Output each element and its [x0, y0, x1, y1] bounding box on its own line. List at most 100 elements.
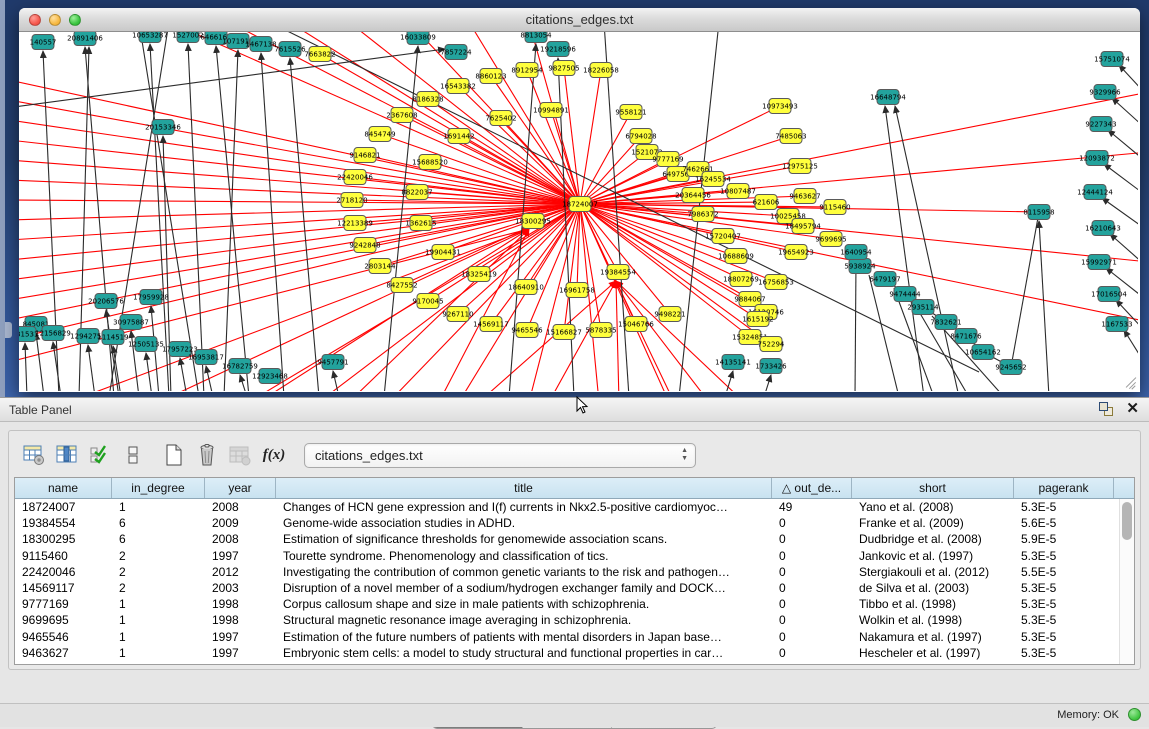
graph-node[interactable]: 6479197 — [869, 272, 900, 287]
graph-node[interactable]: 9498221 — [654, 307, 685, 322]
graph-edge[interactable] — [216, 46, 249, 391]
graph-edge[interactable] — [224, 50, 238, 391]
table-cell[interactable]: 5.3E-5 — [1014, 612, 1114, 628]
graph-node[interactable]: 18226058 — [583, 63, 619, 78]
create-column-button[interactable] — [160, 441, 188, 469]
table-cell[interactable]: 0 — [772, 564, 852, 580]
graph-node[interactable]: 1167533 — [1101, 317, 1132, 332]
table-cell[interactable]: 2012 — [205, 564, 276, 580]
table-cell[interactable]: Tourette syndrome. Phenomenology and cla… — [276, 548, 772, 564]
graph-node[interactable]: 8860123 — [475, 69, 506, 84]
table-cell[interactable]: 0 — [772, 645, 852, 661]
table-row[interactable]: 977716911998Corpus callosum shape and si… — [15, 596, 1119, 612]
graph-edge[interactable] — [19, 80, 580, 204]
graph-node[interactable]: 22420046 — [337, 170, 373, 185]
graph-node[interactable]: 9146821 — [349, 148, 380, 163]
citation-network-graph[interactable]: 1872400718300295193845541822605898275058… — [19, 32, 1138, 391]
delete-columns-button[interactable] — [193, 441, 221, 469]
table-cell[interactable]: 1998 — [205, 596, 276, 612]
table-cell[interactable]: Franke et al. (2009) — [852, 515, 1014, 531]
graph-node[interactable]: 1527002 — [172, 32, 203, 43]
function-builder-button[interactable]: f(x) — [259, 441, 289, 469]
graph-node[interactable]: 18640910 — [508, 280, 544, 295]
graph-node[interactable]: 621606 — [753, 195, 780, 210]
graph-node[interactable]: 2718120 — [336, 193, 367, 208]
graph-edge[interactable] — [261, 53, 284, 391]
graph-node[interactable]: 16782759 — [222, 359, 258, 374]
graph-node[interactable]: 10654162 — [965, 345, 1001, 360]
column-header-title[interactable]: title — [276, 478, 772, 498]
graph-node[interactable]: 15992971 — [1081, 255, 1117, 270]
graph-node[interactable]: 8427552 — [386, 278, 417, 293]
column-header-short[interactable]: short — [852, 478, 1014, 498]
table-cell[interactable]: 2008 — [205, 499, 276, 515]
table-cell[interactable]: 1 — [112, 596, 205, 612]
table-cell[interactable]: 0 — [772, 531, 852, 547]
graph-node[interactable]: 7625402 — [485, 111, 516, 126]
network-window-titlebar[interactable]: citations_edges.txt — [19, 8, 1140, 32]
column-header-pagerank[interactable]: pagerank — [1014, 478, 1114, 498]
graph-node[interactable]: 9463627 — [789, 189, 820, 204]
unselect-all-columns-button[interactable] — [119, 441, 147, 469]
graph-node[interactable]: 9827505 — [548, 61, 579, 76]
float-panel-icon[interactable] — [1098, 401, 1114, 417]
table-cell[interactable]: Hescheler et al. (1997) — [852, 645, 1014, 661]
table-cell[interactable]: 0 — [772, 548, 852, 564]
table-cell[interactable]: Dudbridge et al. (2008) — [852, 531, 1014, 547]
graph-edge[interactable] — [19, 49, 445, 107]
table-cell[interactable]: 2003 — [205, 580, 276, 596]
table-row[interactable]: 946362711997Embryonic stem cells: a mode… — [15, 645, 1119, 661]
graph-node[interactable]: 9699695 — [815, 232, 846, 247]
graph-node[interactable]: 8186328 — [412, 92, 443, 107]
table-cell[interactable]: Corpus callosum shape and size in male p… — [276, 596, 772, 612]
graph-node[interactable]: 16961758 — [559, 283, 595, 298]
table-row[interactable]: 1938455462009Genome-wide association stu… — [15, 515, 1119, 531]
table-cell[interactable]: 0 — [772, 612, 852, 628]
graph-node[interactable]: 7485063 — [775, 129, 806, 144]
network-canvas[interactable]: 1872400718300295193845541822605898275058… — [19, 32, 1138, 391]
graph-node[interactable]: 16648794 — [870, 90, 906, 105]
table-row[interactable]: 1872400712008Changes of HCN gene express… — [15, 499, 1119, 515]
table-cell[interactable]: 5.9E-5 — [1014, 531, 1114, 547]
graph-node[interactable]: 5938924 — [844, 259, 876, 274]
graph-edge[interactable] — [19, 204, 580, 300]
table-cell[interactable]: 9463627 — [15, 645, 112, 661]
graph-edge[interactable] — [580, 92, 1138, 204]
table-cell[interactable]: 5.3E-5 — [1014, 580, 1114, 596]
table-cell[interactable]: 6 — [112, 515, 205, 531]
graph-node[interactable]: 1362615 — [405, 216, 436, 231]
graph-node[interactable]: 1691442 — [443, 129, 474, 144]
show-columns-button[interactable] — [53, 441, 81, 469]
graph-node[interactable]: 12093872 — [1079, 151, 1115, 166]
table-cell[interactable]: Investigating the contribution of common… — [276, 564, 772, 580]
graph-node[interactable]: 7857224 — [440, 45, 472, 60]
table-cell[interactable]: de Silva et al. (2003) — [852, 580, 1014, 596]
graph-node[interactable]: 10994891 — [533, 103, 569, 118]
graph-node[interactable]: 7663822 — [304, 47, 335, 62]
delete-table-button[interactable] — [226, 441, 254, 469]
graph-node[interactable]: 10807487 — [720, 184, 756, 199]
graph-node[interactable]: 9227343 — [1085, 117, 1116, 132]
table-cell[interactable]: Structural magnetic resonance image aver… — [276, 612, 772, 628]
graph-node[interactable]: 1114519 — [97, 330, 128, 345]
graph-node[interactable]: 20206576 — [88, 294, 124, 309]
column-header-year[interactable]: year — [205, 478, 276, 498]
graph-node[interactable]: 10973493 — [762, 99, 798, 114]
graph-node[interactable]: 9777169 — [652, 152, 683, 167]
table-cell[interactable]: 18300295 — [15, 531, 112, 547]
graph-node[interactable]: 19218596 — [540, 42, 576, 57]
graph-node[interactable]: 16210643 — [1085, 221, 1121, 236]
table-cell[interactable]: 0 — [772, 629, 852, 645]
table-row[interactable]: 911546021997Tourette syndrome. Phenomeno… — [15, 548, 1119, 564]
graph-edge[interactable] — [855, 261, 856, 391]
graph-node[interactable]: 8471676 — [950, 329, 982, 344]
table-cell[interactable]: 18724007 — [15, 499, 112, 515]
table-cell[interactable]: 1 — [112, 645, 205, 661]
graph-node[interactable]: 2935114 — [907, 300, 939, 315]
graph-node[interactable]: 2367608 — [386, 108, 417, 123]
table-cell[interactable]: 1997 — [205, 645, 276, 661]
column-header-in_degree[interactable]: in_degree — [112, 478, 205, 498]
table-cell[interactable]: 1 — [112, 629, 205, 645]
table-cell[interactable]: 2009 — [205, 515, 276, 531]
table-cell[interactable]: 14569117 — [15, 580, 112, 596]
